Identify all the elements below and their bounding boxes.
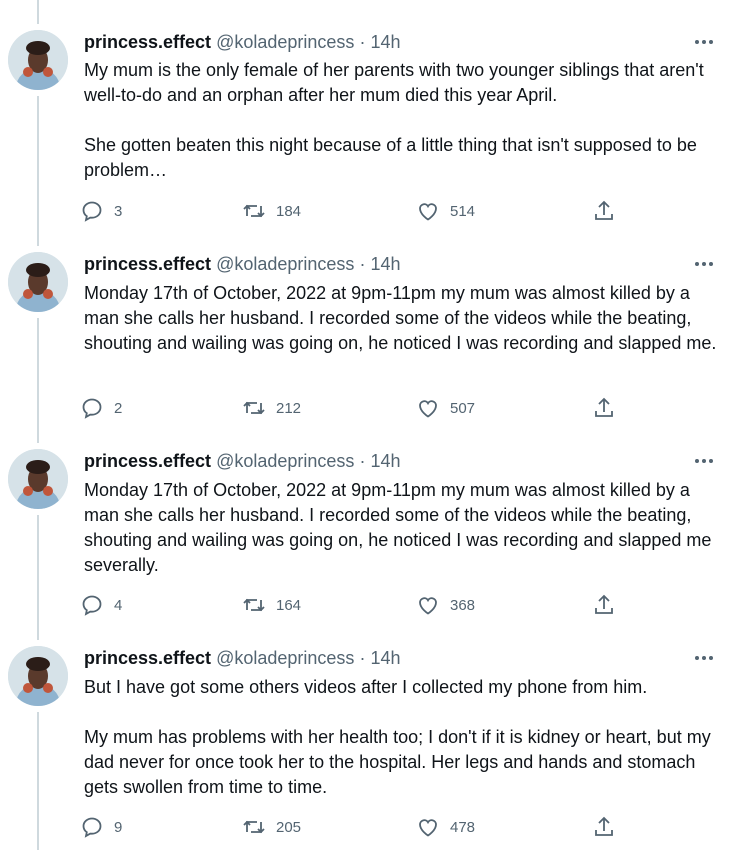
tweet[interactable]: princess.effect @koladeprincess · 14h My… [0, 0, 732, 222]
share-icon [595, 397, 613, 417]
avatar[interactable] [8, 449, 68, 509]
tweet-text: My mum is the only female of her parents… [84, 60, 704, 180]
retweet-count: 205 [276, 818, 302, 836]
avatar-image [8, 646, 68, 706]
tweet[interactable]: princess.effect @koladeprincess · 14h Mo… [0, 419, 732, 616]
share-button[interactable] [592, 813, 616, 841]
action-bar: 3 184 514 [80, 197, 640, 225]
like-button[interactable]: 478 [416, 813, 475, 841]
tweet-header: princess.effect @koladeprincess · 14h [84, 252, 401, 276]
author-handle[interactable]: @koladeprincess [216, 451, 354, 471]
more-button[interactable] [690, 30, 718, 54]
retweet-count: 184 [276, 202, 302, 220]
reply-count: 2 [114, 399, 123, 417]
share-icon [595, 200, 613, 220]
heart-icon [419, 203, 437, 221]
action-bar: 2 212 507 [80, 394, 640, 422]
like-count: 514 [450, 202, 476, 220]
action-bar: 9 205 478 [80, 813, 640, 841]
retweet-count: 212 [276, 399, 302, 417]
heart-icon [419, 597, 437, 615]
like-count: 368 [450, 596, 476, 614]
tweet-header: princess.effect @koladeprincess · 14h [84, 30, 401, 54]
tweet[interactable]: princess.effect @koladeprincess · 14h Bu… [0, 616, 732, 850]
more-icon [695, 262, 713, 266]
author-handle[interactable]: @koladeprincess [216, 254, 354, 274]
more-icon [695, 656, 713, 660]
more-button[interactable] [690, 449, 718, 473]
reply-count: 9 [114, 818, 123, 836]
tweet-header: princess.effect @koladeprincess · 14h [84, 646, 401, 670]
reply-button[interactable]: 3 [80, 197, 122, 225]
retweet-button[interactable]: 184 [242, 197, 301, 225]
share-icon [595, 816, 613, 836]
reply-count: 3 [114, 202, 123, 220]
like-button[interactable]: 368 [416, 591, 475, 619]
retweet-icon [243, 204, 265, 218]
author-name[interactable]: princess.effect [84, 648, 211, 668]
reply-icon [82, 595, 102, 616]
separator-dot: · [359, 451, 366, 471]
more-button[interactable] [690, 646, 718, 670]
author-name[interactable]: princess.effect [84, 32, 211, 52]
avatar[interactable] [8, 646, 68, 706]
separator-dot: · [359, 648, 366, 668]
reply-icon [82, 398, 102, 419]
more-icon [695, 459, 713, 463]
timestamp[interactable]: 14h [370, 451, 400, 471]
reply-icon [82, 201, 102, 222]
share-button[interactable] [592, 394, 616, 422]
share-button[interactable] [592, 591, 616, 619]
like-button[interactable]: 514 [416, 197, 475, 225]
separator-dot: · [359, 32, 366, 52]
retweet-icon [243, 820, 265, 834]
timestamp[interactable]: 14h [370, 648, 400, 668]
tweet[interactable]: princess.effect @koladeprincess · 14h Mo… [0, 222, 732, 419]
retweet-button[interactable]: 212 [242, 394, 301, 422]
avatar[interactable] [8, 252, 68, 312]
retweet-icon [243, 401, 265, 415]
avatar-image [8, 30, 68, 90]
reply-button[interactable]: 4 [80, 591, 122, 619]
action-bar: 4 164 368 [80, 591, 640, 619]
retweet-icon [243, 598, 265, 612]
avatar-image [8, 449, 68, 509]
tweet-text: Monday 17th of October, 2022 at 9pm-11pm… [84, 480, 717, 575]
author-handle[interactable]: @koladeprincess [216, 32, 354, 52]
tweet-text: But I have got some others videos after … [84, 677, 711, 797]
avatar-image [8, 252, 68, 312]
like-count: 507 [450, 399, 476, 417]
author-handle[interactable]: @koladeprincess [216, 648, 354, 668]
tweet-header: princess.effect @koladeprincess · 14h [84, 449, 401, 473]
separator-dot: · [359, 254, 366, 274]
heart-icon [419, 819, 437, 837]
more-icon [695, 40, 713, 44]
author-name[interactable]: princess.effect [84, 451, 211, 471]
retweet-button[interactable]: 164 [242, 591, 301, 619]
share-button[interactable] [592, 197, 616, 225]
reply-button[interactable]: 2 [80, 394, 122, 422]
more-button[interactable] [690, 252, 718, 276]
avatar[interactable] [8, 30, 68, 90]
heart-icon [419, 400, 437, 418]
retweet-count: 164 [276, 596, 302, 614]
share-icon [595, 594, 613, 614]
author-name[interactable]: princess.effect [84, 254, 211, 274]
retweet-button[interactable]: 205 [242, 813, 301, 841]
timestamp[interactable]: 14h [370, 32, 400, 52]
like-count: 478 [450, 818, 476, 836]
like-button[interactable]: 507 [416, 394, 475, 422]
tweet-text: Monday 17th of October, 2022 at 9pm-11pm… [84, 283, 717, 353]
reply-icon [82, 817, 102, 838]
reply-button[interactable]: 9 [80, 813, 122, 841]
reply-count: 4 [114, 596, 123, 614]
timestamp[interactable]: 14h [370, 254, 400, 274]
